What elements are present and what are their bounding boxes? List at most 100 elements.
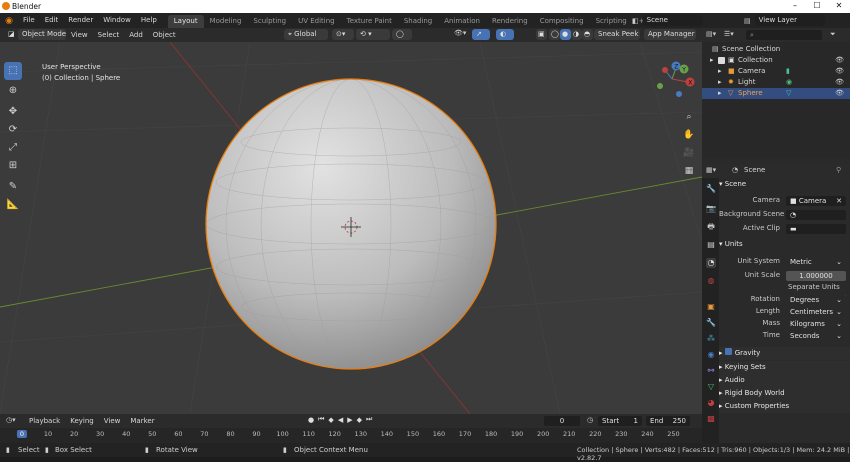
viewport-menu-view[interactable]: View [66,28,93,42]
custom-properties-panel-header[interactable]: ▸ Custom Properties [719,400,850,413]
gravity-panel-header[interactable]: ▸ Gravity [719,347,850,360]
viewport-menu-select[interactable]: Select [93,28,125,42]
menu-render[interactable]: Render [63,13,98,28]
gizmo-toggle-icon[interactable]: ↗ [472,29,490,40]
output-tab-icon[interactable]: 🖶 [706,222,716,232]
measure-tool-icon[interactable]: 📐 [4,196,22,214]
scene-name[interactable]: Scene [642,15,703,26]
audio-panel-header[interactable]: ▸ Audio [719,374,850,387]
view-layer-selector[interactable]: ▤ View Layer [744,15,825,26]
timeline-ruler[interactable]: 0 10 20 30 40 50 60 70 80 90 100 110 120 130 140 150 160… [0,428,702,443]
prev-key-icon[interactable]: ◆ [328,416,333,424]
camera-view-icon[interactable]: 🎥 [680,144,698,162]
navigation-gizmo[interactable]: Z X Y [657,61,695,98]
tool-tab-icon[interactable]: 🔧 [706,184,716,194]
visibility-eye-icon[interactable]: 👁 [835,66,844,77]
outliner-item-scene-collection[interactable]: ▤ Scene Collection [702,44,850,55]
sneak-peek-button[interactable]: Sneak Peek [594,29,640,40]
light-data-icon[interactable]: ◉ [786,77,792,88]
play-icon[interactable]: ▶ [347,416,352,424]
filter-icon[interactable]: ⏷ [830,30,836,39]
material-shading-icon[interactable]: ◑ [571,29,582,40]
visibility-eye-icon[interactable]: 👁 [835,77,844,88]
expand-arrow-icon[interactable]: ▸ [718,66,722,77]
collection-checkbox[interactable] [718,57,725,64]
menu-help[interactable]: Help [136,13,162,28]
tab-modeling[interactable]: Modeling [204,15,248,28]
outliner-item-light[interactable]: ▸ ✹ Light ◉ 👁 [702,77,850,88]
render-tab-icon[interactable]: 📷 [706,204,716,214]
background-scene-field[interactable]: ◔ [786,210,846,220]
solid-shading-icon[interactable]: ● [560,29,571,40]
xray-icon[interactable]: ▣ [536,29,547,40]
play-reverse-icon[interactable]: ◀ [338,416,343,424]
wireframe-shading-icon[interactable]: ◯ [549,29,560,40]
keying-sets-panel-header[interactable]: ▸ Keying Sets [719,361,850,374]
outliner-item-camera[interactable]: ▸ ■ Camera ▮ 👁 [702,66,850,77]
outliner-item-sphere[interactable]: ▸ ▽ Sphere ▽ 👁 [702,88,850,99]
proportional-edit-icon[interactable]: ◯ [392,29,412,40]
scale-tool-icon[interactable]: ⤢ [4,139,22,157]
data-tab-icon[interactable]: ▽ [706,382,716,392]
timeline-editor-icon[interactable]: ◷▾ [6,416,16,424]
physics-tab-icon[interactable]: ◉ [706,350,716,360]
record-icon[interactable]: ● [308,416,314,424]
unit-system-dropdown[interactable]: Metric ⌄ [786,257,846,267]
clock-icon[interactable]: ◷ [587,416,593,424]
visibility-eye-icon[interactable]: 👁 [835,88,844,99]
visibility-eye-icon[interactable]: 👁 [835,55,844,66]
blender-menu-icon[interactable]: ◉ [0,16,18,26]
expand-arrow-icon[interactable]: ▸ [718,77,722,88]
timeline-menu-keying[interactable]: Keying [65,414,99,428]
viewport-menu-add[interactable]: Add [124,28,148,42]
texture-tab-icon[interactable]: ▩ [706,414,716,424]
gravity-checkbox[interactable] [724,348,732,355]
object-tab-icon[interactable]: ▣ [706,302,716,312]
world-tab-icon[interactable]: ◍ [706,276,716,286]
zoom-icon[interactable]: ⌕ [680,108,698,126]
next-key-icon[interactable]: ◆ [357,416,362,424]
viewport-menu-object[interactable]: Object [148,28,181,42]
view-layer-name[interactable]: View Layer [754,15,825,26]
tab-compositing[interactable]: Compositing [534,15,590,28]
orientation-dropdown[interactable]: ⌖ Global [284,29,328,40]
transform-tool-icon[interactable]: ⊞ [4,157,22,175]
tab-rendering[interactable]: Rendering [486,15,534,28]
modifier-tab-icon[interactable]: 🔧 [706,318,716,328]
constraints-tab-icon[interactable]: ⚯ [706,366,716,376]
maximize-icon[interactable]: ☐ [812,1,822,10]
expand-arrow-icon[interactable]: ▸ [710,55,714,66]
minimize-icon[interactable]: – [790,1,800,10]
pivot-icon[interactable]: ⊙▾ [332,29,354,40]
outliner-item-collection[interactable]: ▸ ▣ Collection 👁 [702,55,850,66]
camera-field[interactable]: ■ Camera ✕ [786,196,846,206]
units-panel-header[interactable]: ▾ Units [719,238,850,251]
active-clip-field[interactable]: ▬ [786,224,846,234]
rendered-shading-icon[interactable]: ◓ [582,29,593,40]
timeline-menu-marker[interactable]: Marker [125,414,159,428]
time-dropdown[interactable]: Seconds ⌄ [786,331,846,341]
tab-layout[interactable]: Layout [167,15,204,28]
timeline-menu-view[interactable]: View [99,414,126,428]
tab-shading[interactable]: Shading [398,15,438,28]
outliner-search-input[interactable]: ⌕ [746,30,822,40]
annotate-tool-icon[interactable]: ✎ [4,178,22,196]
tab-animation[interactable]: Animation [438,15,486,28]
close-icon[interactable]: ✕ [834,1,844,10]
rigid-body-panel-header[interactable]: ▸ Rigid Body World [719,387,850,400]
current-frame-field[interactable]: 0 [544,416,580,426]
expand-arrow-icon[interactable]: ▸ [718,88,722,99]
menu-window[interactable]: Window [98,13,136,28]
separate-units-row[interactable]: Separate Units [788,282,846,303]
display-mode-icon[interactable]: ☰▾ [724,30,734,38]
rotate-tool-icon[interactable]: ⟳ [4,121,22,139]
particles-tab-icon[interactable]: ⁂ [706,334,716,344]
mode-dropdown[interactable]: Object Mode [18,29,66,40]
perspective-toggle-icon[interactable]: ▦ [680,162,698,180]
pin-icon[interactable]: ⚲ [836,166,841,174]
material-tab-icon[interactable]: ◕ [706,398,716,408]
snap-icon[interactable]: ⟲ ▾ [356,29,390,40]
length-dropdown[interactable]: Centimeters ⌄ [786,307,846,317]
unit-scale-field[interactable]: 1.000000 [786,271,846,281]
tab-uv-editing[interactable]: UV Editing [292,15,341,28]
